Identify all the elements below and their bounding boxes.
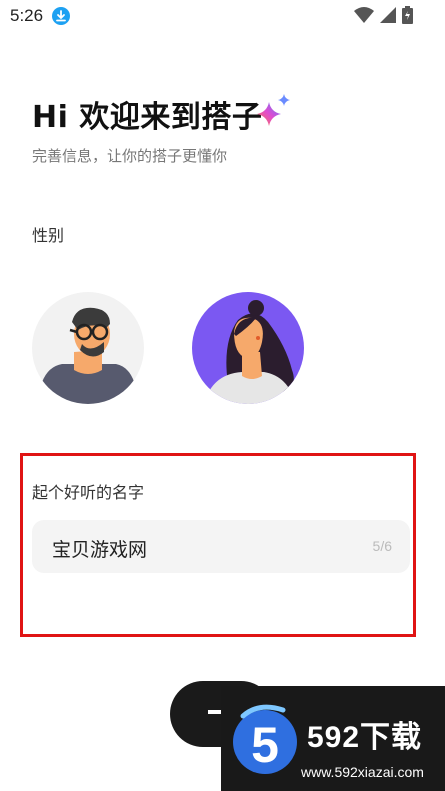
watermark: 5 592下载 www.592xiazai.com bbox=[221, 686, 445, 791]
status-time: 5:26 bbox=[10, 6, 44, 25]
name-input-value: 宝贝游戏网 bbox=[52, 539, 148, 561]
signal-icon bbox=[380, 7, 396, 27]
sparkle-icon bbox=[256, 92, 292, 132]
male-avatar-icon bbox=[38, 307, 138, 404]
name-char-counter: 5/6 bbox=[372, 538, 392, 554]
status-bar: 5:26 bbox=[0, 0, 445, 32]
battery-icon bbox=[402, 6, 413, 28]
download-icon bbox=[52, 7, 70, 25]
watermark-url: www.592xiazai.com bbox=[301, 764, 424, 780]
female-avatar-option[interactable] bbox=[192, 292, 304, 404]
wifi-icon bbox=[354, 7, 374, 27]
name-input[interactable]: 宝贝游戏网 5/6 bbox=[32, 520, 410, 573]
watermark-logo: 5 bbox=[233, 704, 297, 774]
page-title: Hi 欢迎来到搭子 bbox=[32, 100, 263, 135]
name-label: 起个好听的名字 bbox=[32, 483, 145, 502]
male-avatar-option[interactable] bbox=[32, 292, 144, 404]
watermark-title: 592下载 bbox=[307, 721, 423, 754]
female-avatar-icon bbox=[204, 300, 296, 404]
page-subtitle: 完善信息，让你的搭子更懂你 bbox=[32, 147, 228, 165]
status-icons bbox=[354, 6, 413, 28]
gender-label: 性别 bbox=[32, 226, 65, 245]
watermark-logo-digit: 5 bbox=[251, 717, 279, 773]
